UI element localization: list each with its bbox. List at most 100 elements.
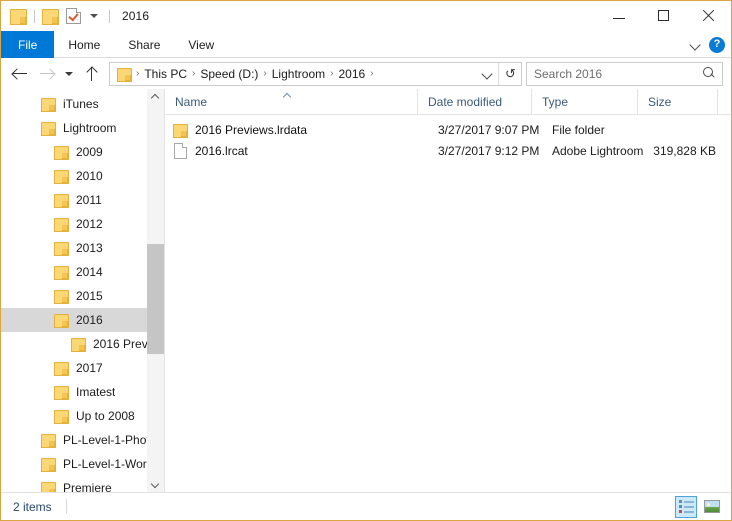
tab-file[interactable]: File xyxy=(1,31,55,58)
folder-icon xyxy=(172,123,188,138)
tree-item-2011[interactable]: 2011 xyxy=(1,188,164,212)
tree-item-premiere[interactable]: Premiere xyxy=(1,476,164,492)
document-icon xyxy=(173,142,187,159)
tree-item-2010[interactable]: 2010 xyxy=(1,164,164,188)
column-header-type[interactable]: Type xyxy=(532,89,638,114)
address-bar: › This PC › Speed (D:) › Lightroom › 201… xyxy=(1,58,731,89)
status-bar: 2 items xyxy=(1,492,731,520)
tree-item-label: 2016 xyxy=(76,313,103,327)
folder-icon xyxy=(54,386,69,400)
breadcrumb-item-2[interactable]: Lightroom xyxy=(268,63,329,85)
folder-icon xyxy=(41,482,56,492)
properties-icon[interactable] xyxy=(66,8,81,24)
column-header-type-label: Type xyxy=(542,94,569,109)
file-list-row[interactable]: 2016 Previews.lrdata 3/27/2017 9:07 PM Fil… xyxy=(165,119,731,140)
breadcrumb[interactable]: › This PC › Speed (D:) › Lightroom › 201… xyxy=(109,61,522,86)
tree-item-2017[interactable]: 2017 xyxy=(1,356,164,380)
tree-item-pl-level-1-photos[interactable]: PL-Level-1-Photos xyxy=(1,428,164,452)
recent-locations-button[interactable] xyxy=(59,61,79,87)
breadcrumb-separator-4[interactable]: › xyxy=(369,63,374,85)
column-header-row: Name Date modified Type Size xyxy=(165,89,731,115)
tree-item-label: 2012 xyxy=(76,217,103,231)
folder-icon xyxy=(41,122,56,136)
tab-home[interactable]: Home xyxy=(54,31,114,58)
folder-icon xyxy=(54,362,69,376)
tree-item-pl-level-1-work[interactable]: PL-Level-1-Work xyxy=(1,452,164,476)
scrollbar-thumb[interactable] xyxy=(147,244,164,354)
sort-ascending-icon xyxy=(283,92,292,98)
file-date-cell: 3/27/2017 9:07 PM xyxy=(438,122,540,137)
file-type-cell: File folder xyxy=(552,122,605,137)
column-header-date-modified[interactable]: Date modified xyxy=(418,89,532,114)
tab-view[interactable]: View xyxy=(174,31,228,58)
breadcrumb-history-chevron-down-icon[interactable] xyxy=(476,63,498,85)
tree-item-up-to-2008[interactable]: Up to 2008 xyxy=(1,404,164,428)
details-view-button[interactable] xyxy=(675,495,697,518)
tree-item-itunes[interactable]: iTunes xyxy=(1,92,164,116)
tree-item-lightroom[interactable]: Lightroom xyxy=(1,116,164,140)
item-count-label: 2 items xyxy=(13,499,52,514)
search-input[interactable]: Search 2016 xyxy=(534,67,703,81)
tree-item-2012[interactable]: 2012 xyxy=(1,212,164,236)
window-title: 2016 xyxy=(122,9,150,23)
expand-ribbon-chevron-down-icon[interactable] xyxy=(691,40,700,49)
tree-item-label: 2011 xyxy=(76,193,102,207)
back-button[interactable] xyxy=(7,61,33,87)
forward-button[interactable] xyxy=(33,61,59,87)
file-name-cell: 2016 Previews.lrdata xyxy=(195,122,308,137)
search-box[interactable]: Search 2016 xyxy=(526,61,723,86)
breadcrumb-folder-icon[interactable] xyxy=(117,67,132,82)
tree-item-2009[interactable]: 2009 xyxy=(1,140,164,164)
scroll-up-arrow-icon[interactable] xyxy=(147,89,164,106)
search-icon[interactable] xyxy=(703,67,716,80)
refresh-icon: ↻ xyxy=(504,66,516,81)
view-mode-buttons xyxy=(675,493,723,520)
tree-item-label: PL-Level-1-Work xyxy=(63,457,153,471)
tree-item-label: 2017 xyxy=(76,361,103,375)
column-header-name-label: Name xyxy=(175,94,208,109)
file-list-pane: Name Date modified Type Size 2016 Previe… xyxy=(165,89,731,492)
file-list-row[interactable]: 2016.lrcat 3/27/2017 9:12 PM Adobe Lightro… xyxy=(165,140,731,161)
tree-item-2013[interactable]: 2013 xyxy=(1,236,164,260)
folder-icon[interactable] xyxy=(10,9,27,25)
file-type-cell: Adobe Lightroom xyxy=(552,143,644,158)
tree-item-imatest[interactable]: Imatest xyxy=(1,380,164,404)
help-icon[interactable]: ? xyxy=(709,36,725,53)
breadcrumb-item-3[interactable]: 2016 xyxy=(334,63,369,85)
tree-item-label: iTunes xyxy=(63,97,99,111)
breadcrumb-item-1[interactable]: Speed (D:) xyxy=(196,63,262,85)
up-button[interactable] xyxy=(79,61,105,87)
refresh-button[interactable]: ↻ xyxy=(498,62,521,85)
column-header-size-label: Size xyxy=(648,94,672,109)
title-bar: 2016 xyxy=(1,1,731,31)
large-icons-view-icon xyxy=(704,500,720,513)
navigation-pane-scrollbar[interactable] xyxy=(147,89,164,492)
large-icons-view-button[interactable] xyxy=(701,496,723,518)
close-button[interactable] xyxy=(686,1,731,30)
folder-icon xyxy=(54,194,69,208)
ribbon-right-controls: ? xyxy=(691,31,725,58)
new-folder-icon[interactable] xyxy=(42,9,59,25)
folder-icon xyxy=(54,290,69,304)
tree-item-2015[interactable]: 2015 xyxy=(1,284,164,308)
scroll-down-arrow-icon[interactable] xyxy=(147,475,164,492)
tree-item-label: 2015 xyxy=(76,289,103,303)
file-name-cell: 2016.lrcat xyxy=(195,143,248,158)
minimize-button[interactable] xyxy=(596,1,641,30)
tree-item-label: Imatest xyxy=(76,385,116,399)
tree-item-2016[interactable]: 2016 xyxy=(1,308,164,332)
maximize-button[interactable] xyxy=(641,1,686,30)
window-controls xyxy=(596,1,731,30)
tree-item-2014[interactable]: 2014 xyxy=(1,260,164,284)
column-header-name[interactable]: Name xyxy=(165,89,418,114)
tree-item-2016-previews-lrdata[interactable]: 2016 Previews.lrdata xyxy=(1,332,164,356)
file-size-cell: 319,828 KB xyxy=(653,143,716,158)
tab-share[interactable]: Share xyxy=(114,31,174,58)
customize-quick-access-caret-icon[interactable] xyxy=(86,8,102,24)
status-divider xyxy=(65,499,67,514)
file-icon-cell xyxy=(165,142,195,159)
breadcrumb-item-0[interactable]: This PC xyxy=(140,63,191,85)
qat-divider-2 xyxy=(109,9,110,23)
column-header-size[interactable]: Size xyxy=(638,89,718,114)
file-list: 2016 Previews.lrdata 3/27/2017 9:07 PM Fil… xyxy=(165,115,731,492)
